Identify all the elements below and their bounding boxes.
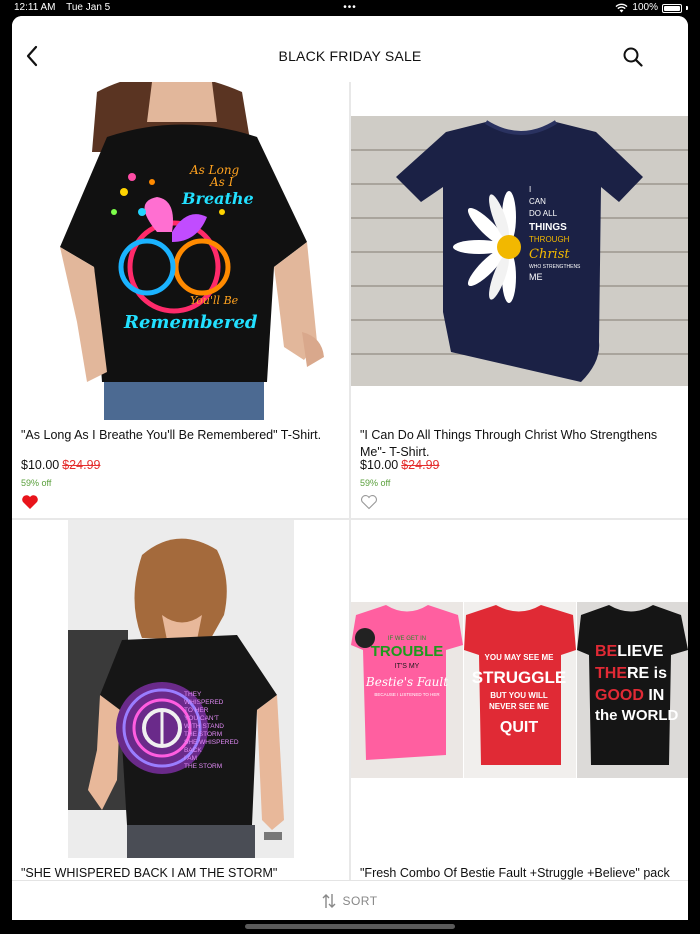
wifi-icon — [615, 3, 628, 13]
svg-text:Christ: Christ — [529, 247, 570, 262]
heart-filled-icon[interactable] — [21, 494, 39, 510]
svg-text:the WORLD: the WORLD — [595, 707, 678, 724]
original-price: $24.99 — [401, 458, 440, 472]
svg-text:BECAUSE I LISTENED TO HER: BECAUSE I LISTENED TO HER — [374, 692, 440, 697]
svg-text:THE STORM: THE STORM — [184, 763, 222, 770]
svg-text:IF WE GET IN: IF WE GET IN — [388, 636, 426, 642]
original-price: $24.99 — [62, 458, 101, 472]
price-row: $10.00 $24.99 — [360, 458, 439, 472]
sale-price: $10.00 — [21, 458, 60, 472]
svg-text:Breathe: Breathe — [181, 189, 254, 208]
product-card[interactable]: I CAN DO ALL THINGS THROUGH Christ WHO S… — [351, 82, 688, 518]
price-row: $10.00 $24.99 — [21, 458, 100, 472]
svg-text:WHISPERED: WHISPERED — [184, 699, 224, 706]
product-grid: As Long As I Breathe You'll Be Remembere… — [12, 82, 688, 880]
svg-text:THEY: THEY — [184, 691, 202, 698]
product-list-sheet: BLACK FRIDAY SALE As Long As I Breathe Y… — [12, 16, 688, 920]
svg-text:STRUGGLE: STRUGGLE — [472, 668, 566, 687]
svg-text:Remembered: Remembered — [123, 312, 258, 333]
svg-text:SHE WHISPERED: SHE WHISPERED — [184, 739, 239, 746]
sort-bar: SORT — [12, 880, 688, 920]
nav-header: BLACK FRIDAY SALE — [12, 16, 688, 82]
sort-label: SORT — [342, 894, 378, 908]
home-indicator[interactable] — [245, 924, 455, 929]
svg-text:TROUBLE: TROUBLE — [371, 643, 444, 660]
battery-percent: 100% — [632, 2, 658, 13]
sort-arrows-icon — [322, 894, 336, 908]
svg-text:CAN: CAN — [529, 197, 546, 206]
status-time: 12:11 AM — [14, 2, 56, 13]
svg-text:As I: As I — [209, 175, 234, 189]
svg-text:THERE is: THERE is — [595, 665, 667, 682]
svg-text:QUIT: QUIT — [500, 719, 538, 736]
product-image[interactable]: I CAN DO ALL THINGS THROUGH Christ WHO S… — [351, 82, 688, 420]
product-title[interactable]: "SHE WHISPERED BACK I AM THE STORM" — [21, 865, 341, 880]
product-image[interactable]: THEY WHISPERED TO HER YOU CAN'T WITH STA… — [12, 520, 349, 858]
product-card[interactable]: As Long As I Breathe You'll Be Remembere… — [12, 82, 349, 518]
svg-text:Bestie's Fault: Bestie's Fault — [365, 675, 448, 689]
search-icon[interactable] — [622, 46, 644, 68]
sale-price: $10.00 — [360, 458, 399, 472]
page-title: BLACK FRIDAY SALE — [278, 48, 422, 64]
svg-text:IT'S MY: IT'S MY — [395, 663, 420, 670]
svg-text:BACK: BACK — [184, 747, 202, 754]
svg-text:I AM: I AM — [184, 755, 197, 762]
product-title[interactable]: "Fresh Combo Of Bestie Fault +Struggle +… — [360, 865, 680, 880]
product-image[interactable]: IF WE GET IN TROUBLE IT'S MY Bestie's Fa… — [351, 520, 688, 858]
svg-text:DO ALL: DO ALL — [529, 209, 558, 218]
svg-text:TO HER: TO HER — [184, 707, 209, 714]
svg-text:BUT YOU WILL: BUT YOU WILL — [490, 691, 548, 700]
svg-text:ME: ME — [529, 272, 543, 282]
product-title[interactable]: "I Can Do All Things Through Christ Who … — [360, 427, 680, 461]
product-card[interactable]: IF WE GET IN TROUBLE IT'S MY Bestie's Fa… — [351, 520, 688, 880]
svg-text:THINGS: THINGS — [529, 222, 567, 233]
multitasking-dots: ••• — [343, 2, 357, 13]
status-date: Tue Jan 5 — [66, 2, 111, 13]
svg-text:You'll Be: You'll Be — [190, 294, 239, 307]
discount-label: 59% off — [21, 478, 52, 488]
battery-icon — [662, 3, 682, 13]
heart-outline-icon[interactable] — [360, 494, 378, 510]
product-card[interactable]: THEY WHISPERED TO HER YOU CAN'T WITH STA… — [12, 520, 349, 880]
svg-text:YOU CAN'T: YOU CAN'T — [184, 715, 219, 722]
svg-text:WHO STRENGTHENS: WHO STRENGTHENS — [529, 264, 581, 270]
svg-text:GOOD IN: GOOD IN — [595, 687, 664, 704]
product-image[interactable]: As Long As I Breathe You'll Be Remembere… — [12, 82, 349, 420]
svg-text:I: I — [529, 185, 531, 194]
svg-text:NEVER SEE ME: NEVER SEE ME — [489, 702, 550, 711]
sort-button[interactable]: SORT — [322, 893, 377, 909]
status-bar: 12:11 AM Tue Jan 5 ••• 100% — [0, 0, 700, 16]
product-title[interactable]: "As Long As I Breathe You'll Be Remember… — [21, 427, 341, 444]
discount-label: 59% off — [360, 478, 391, 488]
svg-text:THROUGH: THROUGH — [529, 235, 570, 244]
svg-text:BELIEVE: BELIEVE — [595, 643, 664, 660]
svg-text:YOU MAY SEE ME: YOU MAY SEE ME — [485, 653, 555, 662]
svg-text:WITH STAND: WITH STAND — [184, 723, 224, 730]
svg-text:THE STORM: THE STORM — [184, 731, 222, 738]
